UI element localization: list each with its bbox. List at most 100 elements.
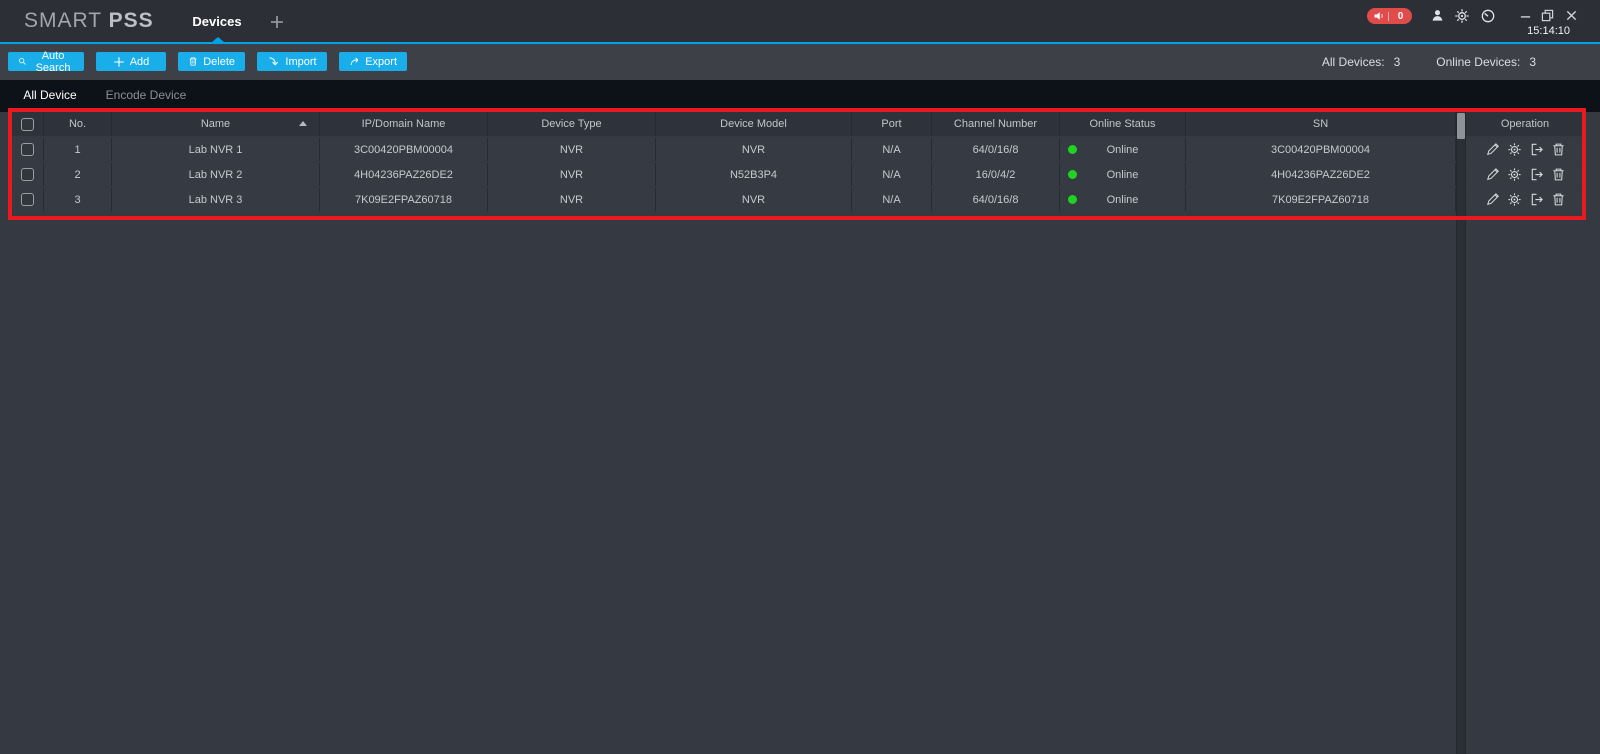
alarm-count-badge: 0 bbox=[1397, 10, 1404, 22]
import-button[interactable]: Import bbox=[257, 52, 327, 71]
online-devices-counter: Online Devices: 3 bbox=[1436, 55, 1536, 69]
cell-sn: 4H04236PAZ26DE2 bbox=[1186, 163, 1456, 186]
cell-sn: 3C00420PBM00004 bbox=[1186, 138, 1456, 161]
speaker-icon bbox=[1374, 12, 1383, 20]
cell-device-model: NVR bbox=[656, 138, 852, 161]
row-select-cell bbox=[12, 188, 44, 211]
cell-no: 3 bbox=[44, 188, 112, 211]
cell-port: N/A bbox=[852, 138, 932, 161]
auto-search-button[interactable]: Auto Search bbox=[8, 50, 84, 74]
tab-devices[interactable]: Devices bbox=[186, 0, 248, 42]
select-all-checkbox[interactable] bbox=[21, 117, 34, 131]
edit-icon[interactable] bbox=[1484, 192, 1500, 208]
config-gear-icon[interactable] bbox=[1506, 167, 1522, 183]
table-row[interactable]: 2 Lab NVR 2 4H04236PAZ26DE2 NVR N52B3P4 … bbox=[12, 163, 1584, 186]
edit-icon[interactable] bbox=[1484, 142, 1500, 158]
header-no[interactable]: No. bbox=[44, 112, 112, 136]
header-sn[interactable]: SN bbox=[1186, 112, 1456, 136]
tab-devices-label: Devices bbox=[192, 13, 242, 29]
cell-online-status: Online bbox=[1060, 188, 1186, 211]
all-devices-counter: All Devices: 3 bbox=[1322, 55, 1400, 69]
row-select-cell bbox=[12, 163, 44, 186]
gear-icon bbox=[1454, 8, 1469, 23]
cell-port: N/A bbox=[852, 163, 932, 186]
online-status-label: Online bbox=[1106, 168, 1139, 181]
performance-monitor-button[interactable] bbox=[1479, 7, 1496, 24]
tab-all-device[interactable]: All Device bbox=[8, 80, 92, 112]
cell-online-status: Online bbox=[1060, 138, 1186, 161]
cell-name: Lab NVR 2 bbox=[112, 163, 320, 186]
tab-encode-device[interactable]: Encode Device bbox=[102, 80, 190, 109]
device-table: No. Name IP/Domain Name Device Type Devi… bbox=[12, 112, 1584, 213]
restore-button[interactable] bbox=[1539, 7, 1556, 24]
cell-channel-number: 64/0/16/8 bbox=[932, 138, 1060, 161]
device-counters: All Devices: 3 Online Devices: 3 bbox=[1322, 44, 1536, 80]
user-icon bbox=[1432, 10, 1443, 21]
header-ip[interactable]: IP/Domain Name bbox=[320, 112, 488, 136]
tab-encode-device-label: Encode Device bbox=[105, 87, 187, 102]
device-list-area: No. Name IP/Domain Name Device Type Devi… bbox=[0, 108, 1600, 754]
delete-trash-icon[interactable] bbox=[1550, 167, 1566, 183]
header-channel-number[interactable]: Channel Number bbox=[932, 112, 1060, 136]
row-select-cell bbox=[12, 138, 44, 161]
vertical-scrollbar-thumb[interactable] bbox=[1457, 113, 1465, 139]
header-operation: Operation bbox=[1466, 112, 1584, 136]
add-device-button[interactable]: Add bbox=[96, 52, 166, 71]
header-device-type[interactable]: Device Type bbox=[488, 112, 656, 136]
cell-online-status: Online bbox=[1060, 163, 1186, 186]
online-status-dot bbox=[1068, 170, 1077, 179]
edit-icon[interactable] bbox=[1484, 167, 1500, 183]
logo-smart: SMART bbox=[24, 9, 102, 32]
new-tab-button[interactable] bbox=[266, 11, 288, 33]
device-toolbar: Auto Search Add Delete Import Export All… bbox=[0, 44, 1600, 80]
header-device-model[interactable]: Device Model bbox=[656, 112, 852, 136]
row-checkbox[interactable] bbox=[21, 143, 34, 156]
sort-ascending-icon bbox=[299, 121, 307, 126]
delete-trash-icon[interactable] bbox=[1550, 192, 1566, 208]
select-all-cell bbox=[12, 112, 44, 136]
scrollbar-gap bbox=[1456, 163, 1466, 186]
config-gear-icon[interactable] bbox=[1506, 192, 1522, 208]
logout-icon[interactable] bbox=[1528, 142, 1544, 158]
cell-device-model: N52B3P4 bbox=[656, 163, 852, 186]
device-category-tabs: All Device Encode Device bbox=[0, 80, 1600, 112]
header-online-status[interactable]: Online Status bbox=[1060, 112, 1186, 136]
alarm-center-button[interactable]: 0 bbox=[1367, 8, 1412, 24]
minimize-button[interactable] bbox=[1517, 7, 1534, 24]
online-status-label: Online bbox=[1106, 143, 1139, 156]
cell-device-type: NVR bbox=[488, 163, 656, 186]
logo-pss: PSS bbox=[108, 9, 154, 32]
online-devices-label: Online Devices: bbox=[1436, 55, 1521, 69]
cell-operation bbox=[1466, 138, 1584, 161]
add-label: Add bbox=[129, 55, 150, 68]
row-checkbox[interactable] bbox=[21, 168, 34, 181]
delete-trash-icon[interactable] bbox=[1550, 142, 1566, 158]
export-button[interactable]: Export bbox=[339, 52, 407, 71]
table-row[interactable]: 1 Lab NVR 1 3C00420PBM00004 NVR NVR N/A … bbox=[12, 138, 1584, 161]
cell-device-type: NVR bbox=[488, 138, 656, 161]
online-devices-count: 3 bbox=[1529, 55, 1536, 69]
logout-icon[interactable] bbox=[1528, 192, 1544, 208]
cell-operation bbox=[1466, 163, 1584, 186]
delete-label: Delete bbox=[203, 55, 235, 68]
cell-device-model: NVR bbox=[656, 188, 852, 211]
config-gear-icon[interactable] bbox=[1506, 142, 1522, 158]
plus-icon bbox=[271, 16, 283, 28]
active-tab-notch bbox=[212, 37, 224, 42]
online-status-dot bbox=[1068, 145, 1077, 154]
close-button[interactable] bbox=[1563, 7, 1580, 24]
restore-icon bbox=[1541, 9, 1554, 22]
delete-device-button[interactable]: Delete bbox=[178, 52, 245, 71]
settings-button[interactable] bbox=[1453, 7, 1470, 24]
table-row[interactable]: 3 Lab NVR 3 7K09E2FPAZ60718 NVR NVR N/A … bbox=[12, 188, 1584, 211]
cell-name: Lab NVR 1 bbox=[112, 138, 320, 161]
tab-all-device-label: All Device bbox=[23, 87, 77, 102]
header-port[interactable]: Port bbox=[852, 112, 932, 136]
logout-icon[interactable] bbox=[1528, 167, 1544, 183]
cell-no: 2 bbox=[44, 163, 112, 186]
user-account-button[interactable] bbox=[1429, 7, 1446, 24]
cell-ip: 3C00420PBM00004 bbox=[320, 138, 488, 161]
row-checkbox[interactable] bbox=[21, 193, 34, 206]
cell-device-type: NVR bbox=[488, 188, 656, 211]
header-name[interactable]: Name bbox=[112, 112, 320, 136]
